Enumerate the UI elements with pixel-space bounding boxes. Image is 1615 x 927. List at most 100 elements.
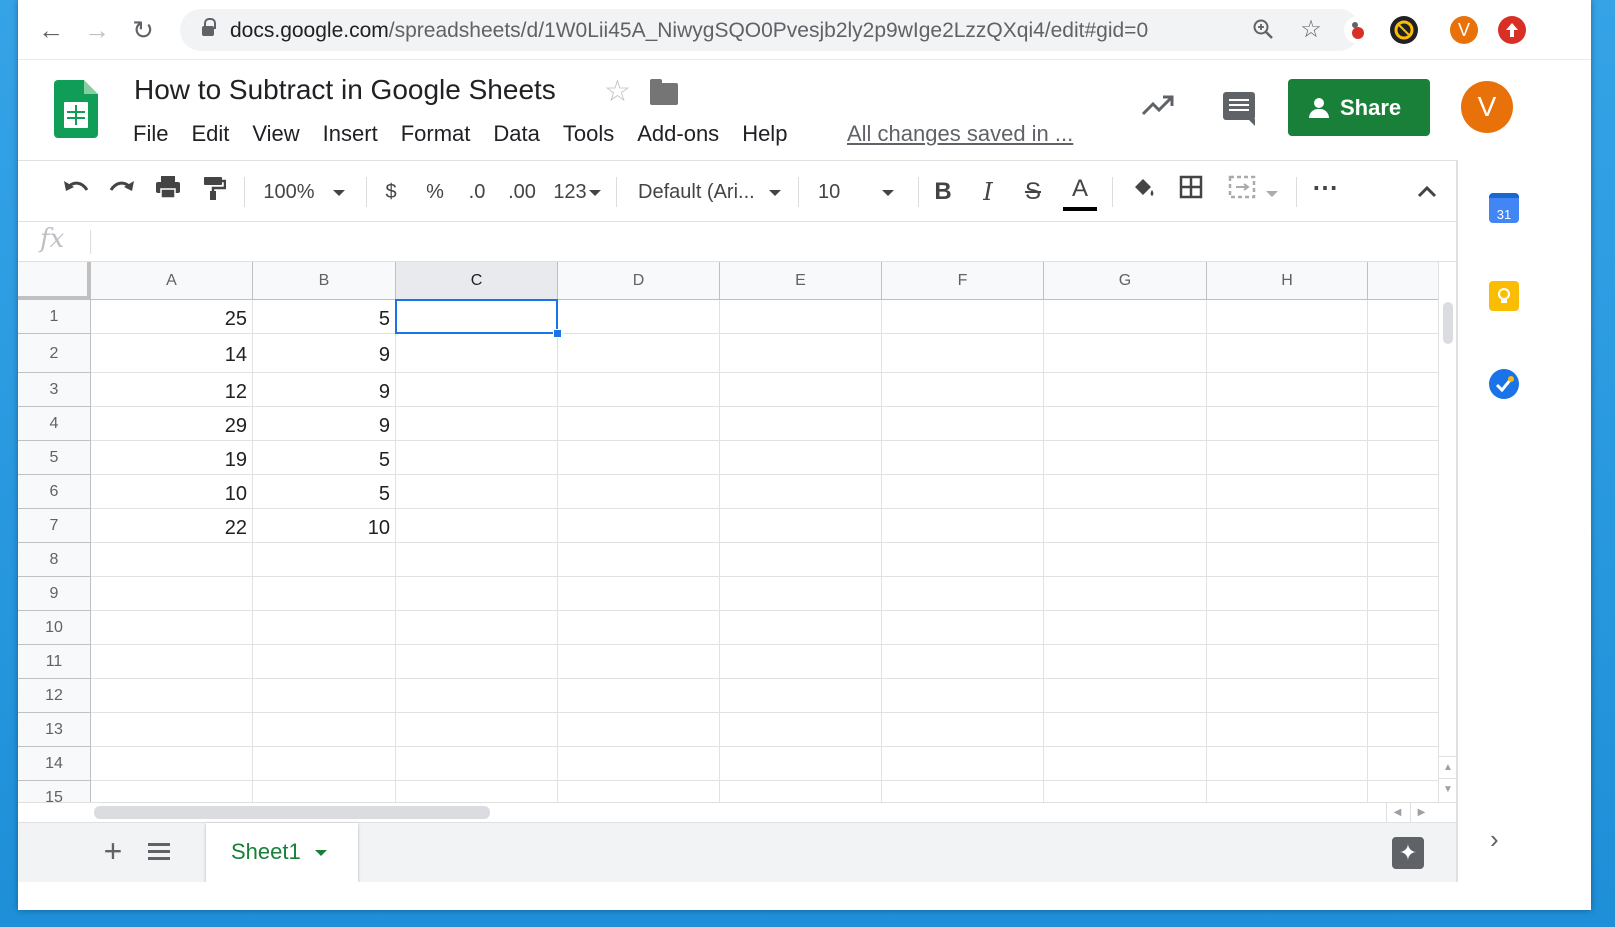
cell-h2[interactable] [1207, 334, 1368, 373]
text-color-button[interactable]: A [1063, 175, 1097, 211]
cell-d3[interactable] [558, 373, 720, 407]
cell-h13[interactable] [1207, 713, 1368, 747]
cell-b6[interactable]: 5 [253, 475, 396, 509]
fill-color-icon[interactable] [1126, 175, 1160, 209]
horizontal-scroll-thumb[interactable] [94, 806, 490, 819]
cell-a2[interactable]: 14 [91, 334, 253, 373]
strikethrough-button[interactable]: S [1018, 175, 1048, 209]
cell-c2[interactable] [396, 334, 558, 373]
cell-h4[interactable] [1207, 407, 1368, 441]
cell-f6[interactable] [882, 475, 1044, 509]
all-sheets-list-icon[interactable] [148, 843, 170, 861]
cell-i8[interactable] [1368, 543, 1438, 577]
fill-handle[interactable] [553, 329, 562, 338]
add-sheet-button[interactable]: + [96, 835, 130, 869]
cell-c9[interactable] [396, 577, 558, 611]
cell-g3[interactable] [1044, 373, 1207, 407]
cell-b13[interactable] [253, 713, 396, 747]
cell-a4[interactable]: 29 [91, 407, 253, 441]
cell-f14[interactable] [882, 747, 1044, 781]
row-header-7[interactable]: 7 [18, 509, 91, 543]
cell-b8[interactable] [253, 543, 396, 577]
cell-g6[interactable] [1044, 475, 1207, 509]
cell-g1[interactable] [1044, 300, 1207, 334]
cell-b11[interactable] [253, 645, 396, 679]
cell-a10[interactable] [91, 611, 253, 645]
merge-cells-icon[interactable] [1218, 175, 1288, 209]
cell-e8[interactable] [720, 543, 882, 577]
share-button[interactable]: Share [1288, 79, 1430, 136]
bookmark-star-icon[interactable]: ☆ [1298, 17, 1324, 43]
cell-e7[interactable] [720, 509, 882, 543]
cell-h10[interactable] [1207, 611, 1368, 645]
cell-c7[interactable] [396, 509, 558, 543]
cell-c4[interactable] [396, 407, 558, 441]
menu-help[interactable]: Help [742, 121, 787, 147]
cell-e11[interactable] [720, 645, 882, 679]
cell-i10[interactable] [1368, 611, 1438, 645]
cell-d5[interactable] [558, 441, 720, 475]
row-header-9[interactable]: 9 [18, 577, 91, 611]
cell-d10[interactable] [558, 611, 720, 645]
cell-e6[interactable] [720, 475, 882, 509]
menu-insert[interactable]: Insert [323, 121, 378, 147]
row-header-1[interactable]: 1 [18, 300, 91, 334]
zoom-icon[interactable] [1250, 17, 1276, 43]
cell-e10[interactable] [720, 611, 882, 645]
cell-a7[interactable]: 22 [91, 509, 253, 543]
column-header-e[interactable]: E [720, 262, 882, 300]
cell-i3[interactable] [1368, 373, 1438, 407]
redo-icon[interactable] [104, 175, 140, 209]
scroll-right-arrow[interactable]: ▶ [1410, 803, 1432, 823]
increase-decimal-button[interactable]: .00 [504, 175, 540, 209]
collapse-chevron-icon[interactable] [1412, 175, 1442, 209]
row-header-6[interactable]: 6 [18, 475, 91, 509]
cell-c12[interactable] [396, 679, 558, 713]
row-header-2[interactable]: 2 [18, 334, 91, 373]
cell-b4[interactable]: 9 [253, 407, 396, 441]
scroll-left-arrow[interactable]: ◀ [1386, 803, 1408, 823]
spreadsheet-grid[interactable]: A B C D E F G H 1 25 5 2 14 9 3 12 9 4 29 9 5 19 5 6 10 5 7 22 10 8 9 1… [18, 262, 1438, 802]
cell-b7[interactable]: 10 [253, 509, 396, 543]
cell-f9[interactable] [882, 577, 1044, 611]
cell-d9[interactable] [558, 577, 720, 611]
cell-i9[interactable] [1368, 577, 1438, 611]
cell-g8[interactable] [1044, 543, 1207, 577]
cell-b1[interactable]: 5 [253, 300, 396, 334]
sheets-logo-icon[interactable] [54, 80, 98, 138]
cell-d1[interactable] [558, 300, 720, 334]
cell-d4[interactable] [558, 407, 720, 441]
cell-g9[interactable] [1044, 577, 1207, 611]
menu-edit[interactable]: Edit [191, 121, 229, 147]
reload-icon[interactable]: ↻ [128, 16, 158, 46]
cell-a3[interactable]: 12 [91, 373, 253, 407]
select-all-corner[interactable] [18, 262, 91, 300]
cell-f7[interactable] [882, 509, 1044, 543]
column-header-d[interactable]: D [558, 262, 720, 300]
cell-a5[interactable]: 19 [91, 441, 253, 475]
cell-i5[interactable] [1368, 441, 1438, 475]
paint-format-icon[interactable] [196, 175, 232, 209]
cell-e14[interactable] [720, 747, 882, 781]
more-formats-select[interactable]: 123 [548, 175, 606, 209]
italic-button[interactable]: I [973, 175, 1003, 209]
cell-i14[interactable] [1368, 747, 1438, 781]
sheet-tab-sheet1[interactable]: Sheet1 [206, 823, 358, 883]
activity-trend-icon[interactable] [1141, 92, 1175, 118]
cell-h9[interactable] [1207, 577, 1368, 611]
column-header-g[interactable]: G [1044, 262, 1207, 300]
zoom-select[interactable]: 100% [258, 175, 350, 209]
cell-h11[interactable] [1207, 645, 1368, 679]
cell-i15[interactable] [1368, 781, 1438, 802]
column-header-a[interactable]: A [91, 262, 253, 300]
print-icon[interactable] [150, 175, 186, 209]
column-header-c[interactable]: C [396, 262, 558, 300]
menu-data[interactable]: Data [493, 121, 539, 147]
cell-g15[interactable] [1044, 781, 1207, 802]
menu-file[interactable]: File [133, 121, 168, 147]
document-title[interactable]: How to Subtract in Google Sheets [134, 74, 556, 106]
scroll-up-arrow[interactable]: ▲ [1439, 756, 1457, 778]
cell-d15[interactable] [558, 781, 720, 802]
cell-d2[interactable] [558, 334, 720, 373]
tasks-icon[interactable] [1489, 369, 1519, 399]
